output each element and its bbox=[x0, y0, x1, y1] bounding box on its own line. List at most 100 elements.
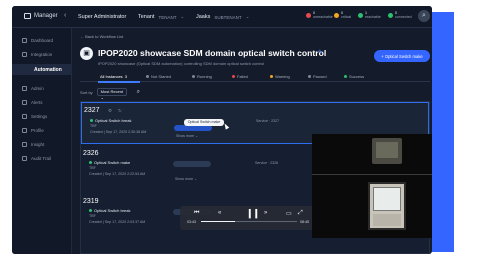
equipment-device bbox=[372, 138, 402, 164]
instance-state: Optical Switch make bbox=[89, 160, 130, 165]
status-dot-icon bbox=[232, 75, 235, 78]
brand-name: Manager bbox=[34, 13, 58, 19]
time-current: 03:43 bbox=[187, 220, 196, 224]
status-dot-icon bbox=[90, 119, 93, 122]
status-dot-icon bbox=[270, 75, 273, 78]
chevron-down-icon: ⌄ bbox=[245, 14, 250, 19]
sidebar-item-admin[interactable]: Admin bbox=[22, 86, 44, 91]
tab-running[interactable]: Running bbox=[192, 74, 212, 79]
brand[interactable]: Manager bbox=[24, 13, 58, 19]
domain-selector[interactable]: Jaaks SUBTENANT ⌄ bbox=[196, 14, 249, 20]
status-dot-icon bbox=[89, 209, 92, 212]
top-bar: Manager ‹ Super Administrator Tenant TEN… bbox=[12, 6, 432, 28]
instance-state-sub: TBF bbox=[89, 166, 96, 170]
status-dot-icon bbox=[358, 12, 363, 18]
sidebar-item-insight[interactable]: Insight bbox=[22, 142, 44, 147]
show-more-link[interactable]: Show more ⌄ bbox=[175, 177, 197, 181]
instance-service: Service · 2327 bbox=[256, 119, 280, 123]
rewind-icon[interactable]: ⏮ bbox=[194, 210, 199, 217]
status-dot-icon bbox=[306, 12, 311, 18]
tab-all-instances[interactable]: All Instances 3 bbox=[100, 74, 127, 79]
seek-progress bbox=[201, 221, 235, 222]
active-tab-indicator bbox=[98, 81, 140, 83]
skip-back-icon[interactable]: « bbox=[218, 210, 221, 216]
status-unreachable[interactable]: 0 unreachable bbox=[306, 11, 333, 19]
tab-warning[interactable]: Warning bbox=[270, 74, 290, 79]
tooltip: Optical Switch make bbox=[184, 119, 224, 126]
audit-icon bbox=[22, 156, 27, 161]
status-tabs: All Instances 3 Not Started Running Fail… bbox=[80, 72, 430, 83]
chevron-down-icon: ⌄ bbox=[180, 14, 185, 19]
tab-failed[interactable]: Failed bbox=[232, 74, 248, 79]
sort-label: Sort by bbox=[80, 89, 93, 95]
optical-switch-make-button[interactable]: + Optical Switch make bbox=[374, 50, 430, 62]
status-dot-icon bbox=[344, 75, 347, 78]
back-link[interactable]: ← Back to Workflow List bbox=[80, 34, 123, 39]
integration-icon bbox=[22, 52, 27, 57]
status-dot-icon bbox=[334, 12, 339, 18]
edit-icon[interactable]: ✎ bbox=[318, 49, 323, 56]
tab-paused[interactable]: Paused bbox=[308, 74, 327, 79]
sidebar-item-settings[interactable]: Settings bbox=[22, 114, 47, 119]
pause-button[interactable]: ❙❙ bbox=[246, 208, 260, 219]
instance-state: Optical Switch break bbox=[89, 208, 130, 213]
profile-icon bbox=[22, 128, 27, 133]
equipment-monitor bbox=[368, 182, 406, 230]
instance-service: Service · 2326 bbox=[255, 161, 279, 165]
monitor-panel bbox=[373, 214, 401, 226]
instance-state: Optical Switch break bbox=[90, 118, 131, 123]
skip-forward-icon[interactable]: » bbox=[264, 210, 267, 216]
device-screen bbox=[376, 142, 398, 158]
workflow-icon: ▣ bbox=[80, 47, 93, 60]
dashboard-icon bbox=[22, 38, 27, 43]
search-icon[interactable]: ⌕ bbox=[137, 89, 140, 96]
admin-icon bbox=[22, 86, 27, 91]
status-critical[interactable]: 0 critical bbox=[334, 11, 351, 19]
sort-select[interactable]: Most Recent ⌄ bbox=[96, 88, 127, 100]
sidebar-item-dashboard[interactable]: Dashboard bbox=[22, 38, 53, 43]
status-dot-icon bbox=[388, 12, 393, 18]
mouse-cursor-icon bbox=[222, 122, 230, 130]
tab-not-started[interactable]: Not Started bbox=[146, 74, 171, 79]
sort-row: Sort by Most Recent ⌄ ⌕ bbox=[80, 88, 140, 100]
page-subtitle: IPOP2020 showcase (Optical SDM automatio… bbox=[98, 61, 265, 66]
instance-id: 2319 bbox=[83, 198, 99, 205]
sidebar-item-automation[interactable]: Automation bbox=[12, 64, 72, 75]
status-dot-icon bbox=[308, 75, 311, 78]
sidebar-item-profile[interactable]: Profile bbox=[22, 128, 44, 133]
tab-success[interactable]: Success bbox=[344, 74, 364, 79]
collapse-sidebar-icon[interactable]: ‹ bbox=[64, 12, 66, 19]
sidebar-item-integration[interactable]: Integration bbox=[22, 52, 52, 57]
refresh-icon[interactable]: ↻ bbox=[118, 108, 122, 114]
sidebar-item-alerts[interactable]: Alerts bbox=[22, 100, 43, 105]
instance-id: 2327 bbox=[84, 107, 100, 114]
fullscreen-icon[interactable]: ⤢ bbox=[298, 210, 303, 217]
tenant-selector[interactable]: Tenant TENANT ⌄ bbox=[138, 14, 184, 20]
instance-created: Created | Sep 17, 2020 2:03:37 AM bbox=[89, 220, 146, 224]
insight-icon bbox=[22, 142, 27, 147]
shelf-line bbox=[312, 174, 432, 175]
logo-icon bbox=[24, 13, 31, 19]
instance-state-sub: TBF bbox=[90, 124, 97, 128]
instance-id: 2326 bbox=[83, 150, 99, 157]
show-more-link[interactable]: Show more ⌄ bbox=[176, 134, 198, 138]
alerts-icon bbox=[22, 100, 27, 105]
gear-icon[interactable]: ⚙ bbox=[108, 108, 112, 114]
status-connected[interactable]: 0 connected bbox=[388, 11, 412, 19]
screenshot-frame: Manager ‹ Super Administrator Tenant TEN… bbox=[0, 0, 478, 266]
status-dot-icon bbox=[192, 75, 195, 78]
user-role[interactable]: Super Administrator bbox=[78, 14, 126, 20]
picture-in-picture-icon[interactable]: ▭ bbox=[286, 210, 292, 217]
status-dot-icon bbox=[146, 75, 149, 78]
status-dot-icon bbox=[89, 161, 92, 164]
page-title: IPOP2020 showcase SDM domain optical swi… bbox=[98, 48, 327, 58]
instance-created: Created | Sep 17, 2020 2:30:38 AM bbox=[90, 130, 147, 134]
sidebar-item-audit-trail[interactable]: Audit Trail bbox=[22, 156, 51, 161]
time-total: 08:45 bbox=[300, 220, 309, 224]
instance-created: Created | Sep 17, 2020 2:22:54 AM bbox=[89, 172, 146, 176]
status-reachable[interactable]: 1 reachable bbox=[358, 11, 381, 19]
monitor-screen bbox=[373, 187, 401, 211]
settings-icon bbox=[22, 114, 27, 119]
action-progress-pill[interactable] bbox=[173, 161, 211, 167]
global-search-button[interactable]: ⌕ bbox=[418, 10, 430, 22]
